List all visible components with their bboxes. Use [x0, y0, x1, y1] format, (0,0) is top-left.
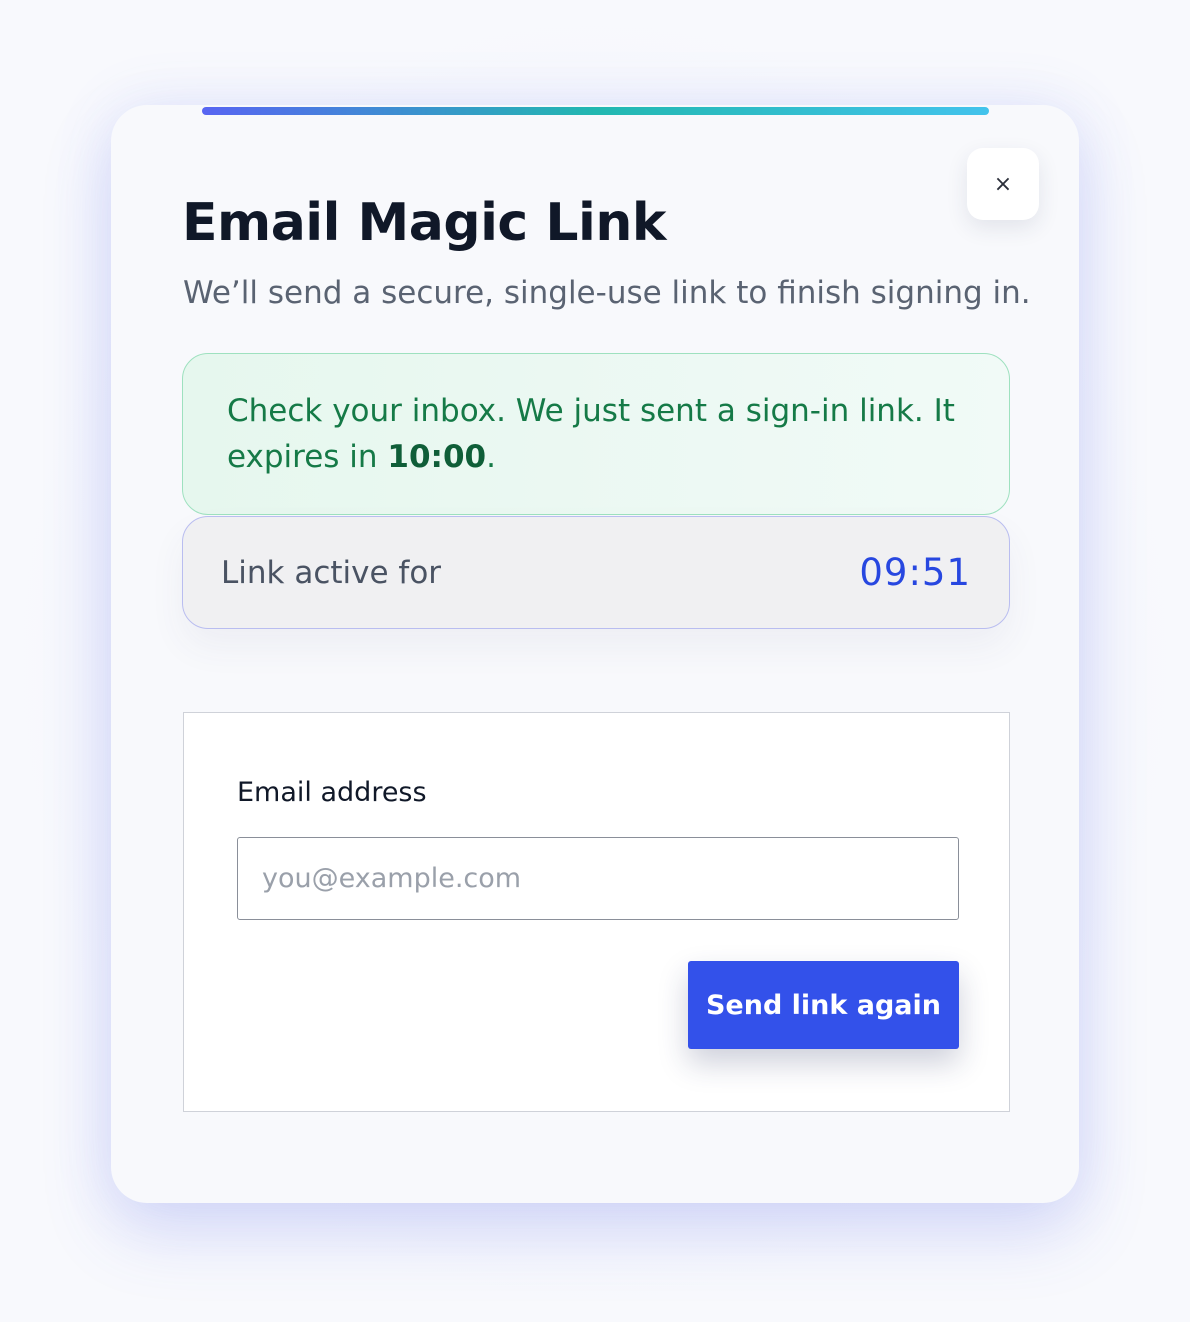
email-label: Email address: [237, 777, 427, 808]
notice-expiry: 10:00: [387, 439, 487, 475]
accent-progress-bar: [202, 107, 989, 115]
send-link-again-button[interactable]: Send link again: [688, 961, 959, 1049]
magic-link-dialog: × Email Magic Link We’ll send a secure, …: [111, 105, 1079, 1203]
close-button[interactable]: ×: [967, 148, 1039, 220]
email-field[interactable]: [237, 837, 959, 920]
notice-text: Check your inbox. We just sent a sign-in…: [227, 393, 955, 475]
notice-text-end: .: [486, 439, 496, 475]
email-form: Email address Send link again: [183, 712, 1010, 1112]
dialog-subtitle: We’ll send a secure, single-use link to …: [183, 275, 1031, 311]
dialog-title: Email Magic Link: [182, 193, 666, 253]
timer-label: Link active for: [221, 554, 442, 591]
link-timer: Link active for 09:51: [182, 516, 1010, 629]
timer-countdown: 09:51: [859, 551, 971, 594]
close-icon: ×: [993, 171, 1013, 197]
inbox-notice: Check your inbox. We just sent a sign-in…: [182, 353, 1010, 515]
